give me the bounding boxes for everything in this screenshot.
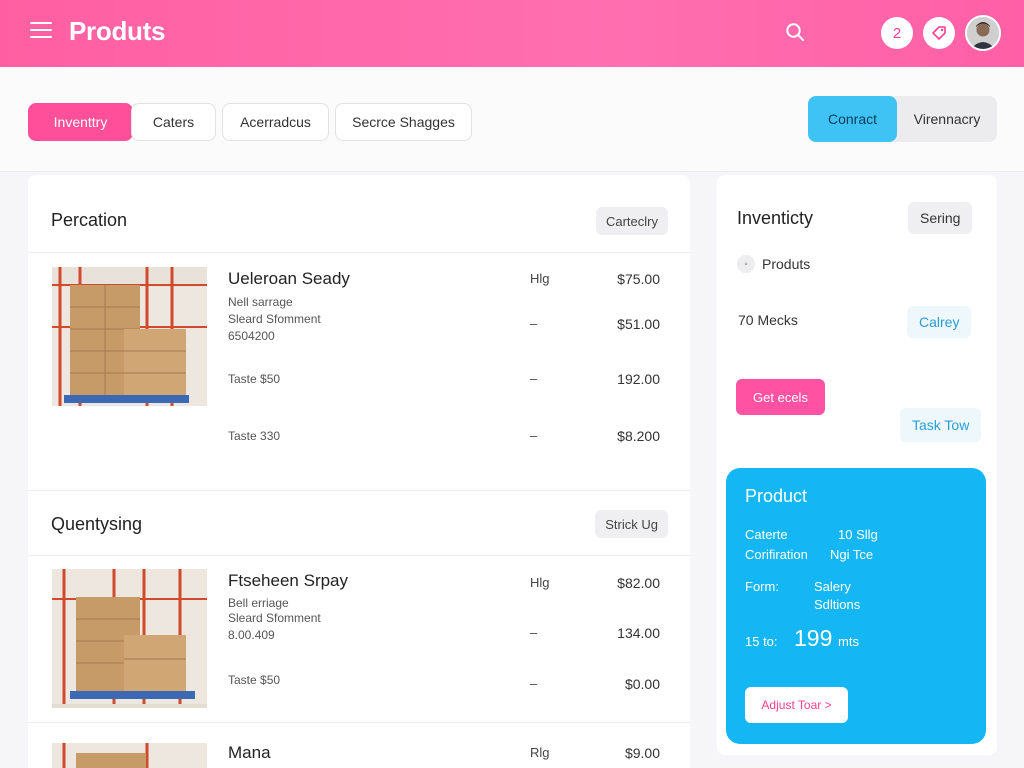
panel-title: Inventicty: [737, 208, 814, 228]
product-summary-card: Product Caterte 10 Sllg Corifiration Ngi…: [726, 468, 986, 744]
get-ecels-button[interactable]: Get ecels: [736, 379, 825, 415]
mecks-count: 70 Mecks: [738, 312, 798, 328]
stock-level: –: [530, 428, 538, 443]
product-detail: 6504200: [228, 329, 275, 343]
tab-label: Caters: [152, 114, 195, 130]
notification-badge[interactable]: 2: [881, 17, 913, 49]
card-big-number: 199: [794, 625, 833, 651]
inventory-toggle-button[interactable]: Virennacry: [897, 96, 997, 142]
top-app-bar: Produts 2: [0, 0, 1024, 67]
stock-level: Rlg: [530, 745, 550, 760]
tag-button[interactable]: [923, 17, 955, 49]
tab-accessories[interactable]: Acerradcus: [222, 103, 329, 141]
stock-level: Hlg: [530, 271, 550, 286]
product-image: [52, 267, 207, 406]
card-suffix: mts: [838, 634, 859, 649]
sorting-button[interactable]: Sering: [908, 202, 973, 234]
tab-bar: Inventtry Caters Acerradcus Secrce Shagg…: [0, 67, 1024, 172]
product-image: [52, 569, 207, 708]
card-label: Form:: [745, 579, 779, 594]
products-label: Produts: [762, 256, 811, 272]
calrey-button[interactable]: Calrey: [907, 306, 972, 338]
contract-toggle-button[interactable]: Conract: [808, 96, 897, 142]
search-icon[interactable]: [785, 22, 805, 42]
product-detail: 8.00.409: [228, 628, 275, 642]
menu-icon[interactable]: [30, 22, 52, 42]
section-title: Percation: [51, 210, 128, 230]
card-prefix: 15 to:: [745, 634, 778, 649]
product-name[interactable]: Ueleroan Seady: [228, 269, 350, 289]
tab-label: Inventtry: [53, 114, 108, 130]
circle-dot-icon: ◦: [737, 255, 755, 273]
section-title: Quentysing: [51, 514, 143, 534]
product-detail: Sleard Sfomment: [228, 312, 321, 326]
notification-count: 2: [892, 24, 902, 42]
row-label: Taste $50: [228, 372, 281, 386]
card-value: Salery: [814, 579, 851, 594]
row-label: Taste 330: [228, 429, 281, 443]
card-label: Caterte: [745, 527, 788, 542]
product-detail: Sleard Sfomment: [228, 611, 321, 625]
price: $8.200: [617, 428, 660, 444]
row-label: Taste $50: [228, 673, 281, 687]
tab-inventory[interactable]: Inventtry: [28, 103, 133, 141]
avatar[interactable]: [965, 15, 1001, 51]
price: $0.00: [624, 676, 660, 692]
price: 134.00: [617, 625, 660, 641]
card-label: Corifiration: [745, 547, 808, 562]
task-tow-button[interactable]: Task Tow: [900, 408, 982, 442]
product-name[interactable]: Ftseheen Srpay: [228, 571, 348, 591]
stock-level: –: [530, 676, 538, 691]
tab-source-shages[interactable]: Secrce Shagges: [335, 103, 472, 141]
stock-level: –: [530, 316, 538, 331]
card-title: Product: [745, 486, 808, 506]
page-title: Produts: [69, 16, 166, 46]
view-toggle: Conract Virennacry: [808, 96, 997, 142]
price: $9.00: [624, 745, 660, 761]
product-detail: Bell erriage: [228, 596, 289, 610]
tab-label: Acerradcus: [240, 114, 311, 130]
card-value: 10 Sllg: [838, 527, 878, 542]
divider: [28, 722, 690, 723]
product-list-panel: Percation Carteclry Ueleroan Seady Nell …: [28, 175, 690, 768]
tag-icon: [932, 26, 946, 40]
product-detail: Nell sarrage: [228, 295, 293, 309]
product-name[interactable]: Mana: [228, 743, 271, 763]
section-header: Percation Carteclry: [28, 175, 690, 253]
price: $75.00: [617, 271, 660, 287]
stock-level: Hlg: [530, 575, 550, 590]
card-value: Ngi Tce: [830, 547, 874, 562]
product-image: [52, 743, 207, 768]
tab-caters[interactable]: Caters: [131, 103, 216, 141]
stock-level: –: [530, 625, 538, 640]
tab-label: Secrce Shagges: [352, 114, 455, 130]
filter-chip[interactable]: Strick Ug: [595, 510, 668, 538]
category-chip[interactable]: Carteclry: [595, 207, 668, 235]
adjust-toar-button[interactable]: Adjust Toar >: [745, 687, 848, 723]
stock-level: –: [530, 371, 538, 386]
price: $51.00: [617, 316, 660, 332]
price: $82.00: [617, 575, 660, 591]
card-value: Sdltions: [814, 597, 861, 612]
price: 192.00: [617, 371, 660, 387]
section-header: Quentysing Strick Ug: [28, 490, 690, 556]
